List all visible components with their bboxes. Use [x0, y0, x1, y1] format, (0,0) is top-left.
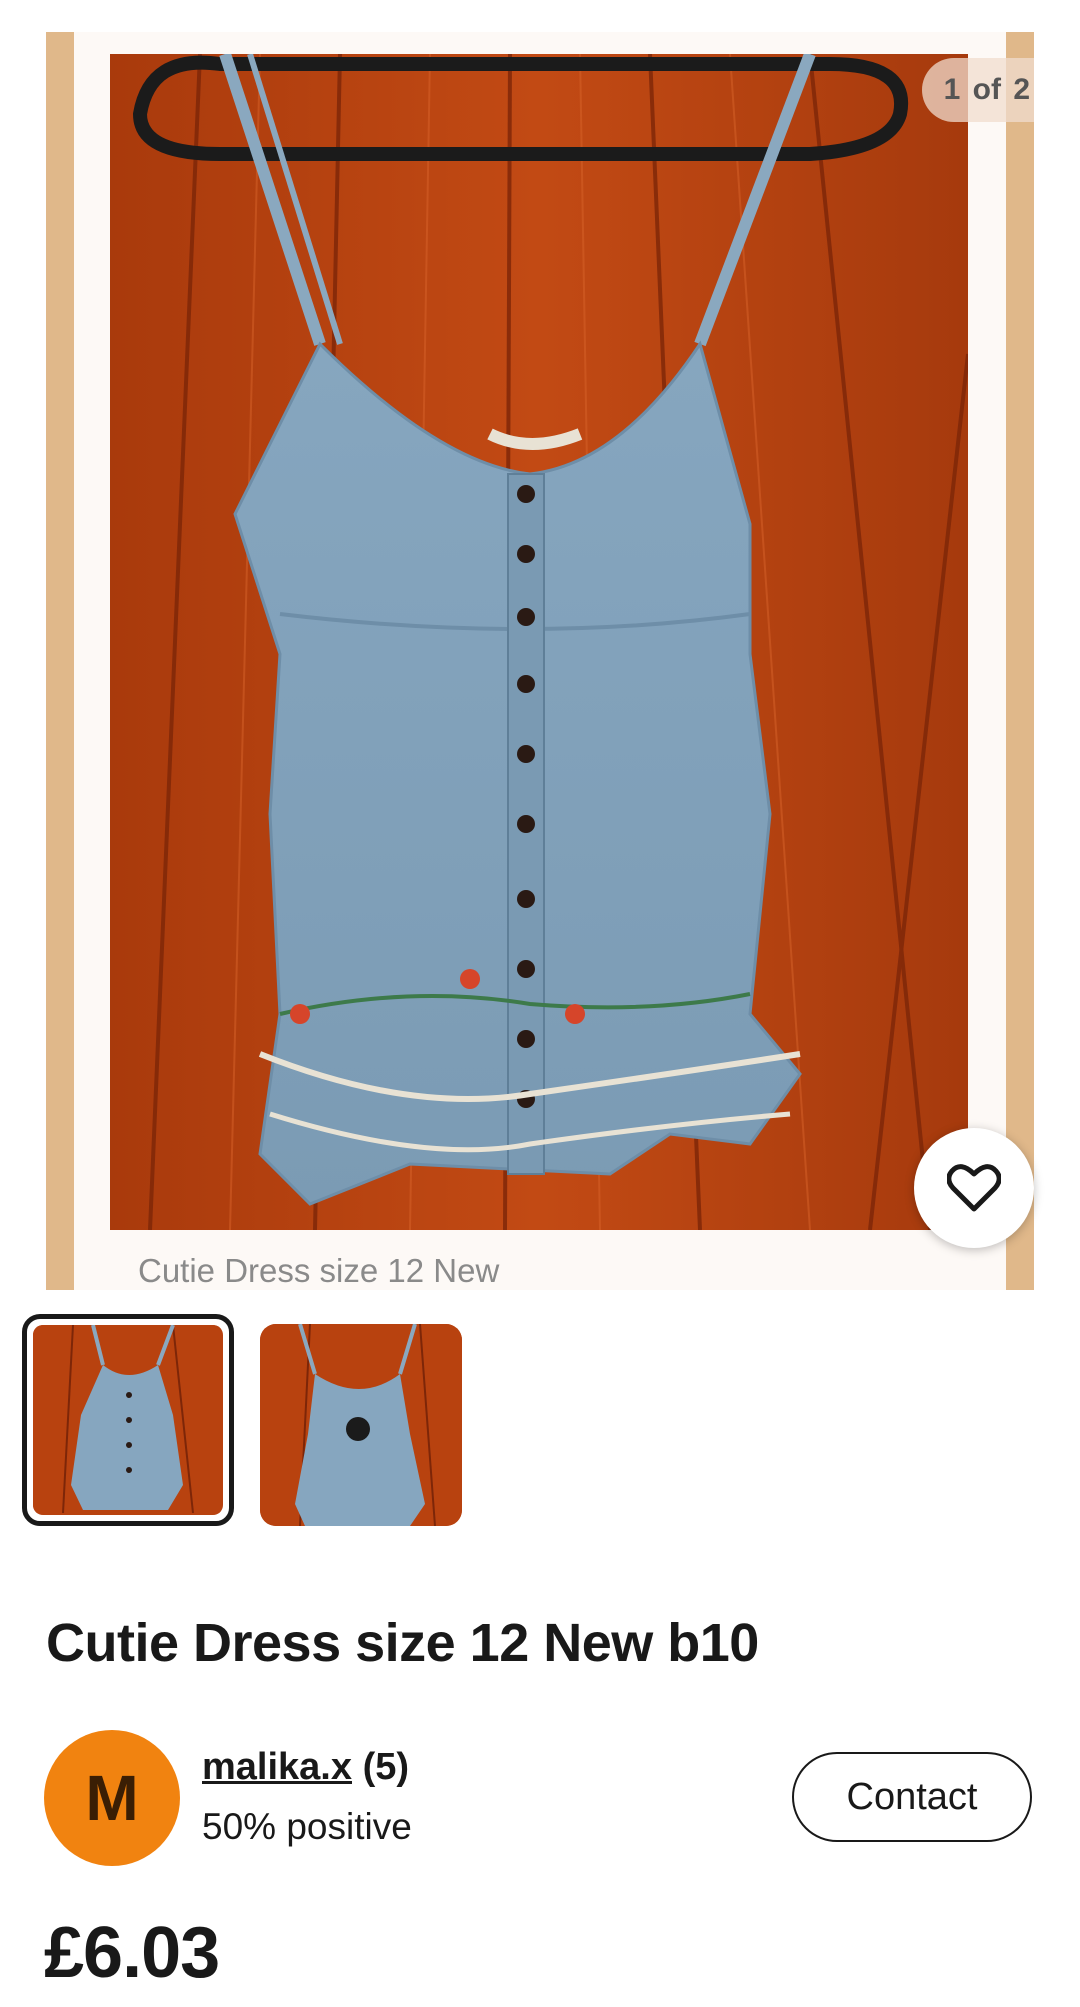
listing-page: Cutie Dress size 12 New 1 of 2 Cutie Dre…: [0, 0, 1080, 2007]
seller-username-link[interactable]: malika.x: [202, 1746, 352, 1788]
thumbnail-1-image: [33, 1325, 223, 1515]
main-image-card[interactable]: Cutie Dress size 12 New 1 of 2: [46, 32, 1034, 1290]
thumbnail-2-illustration: [260, 1324, 462, 1526]
listing-price: £6.03: [44, 1913, 220, 1993]
thumbnail-1-illustration: [33, 1325, 221, 1514]
favorite-button[interactable]: [914, 1128, 1034, 1248]
seller-info: malika.x (5): [202, 1746, 409, 1789]
seller-feedback-count: (5): [362, 1746, 410, 1788]
image-frame: Cutie Dress size 12 New: [74, 32, 1006, 1290]
dress-photo-illustration: [110, 54, 968, 1230]
contact-button[interactable]: Contact: [792, 1752, 1032, 1842]
seller-avatar[interactable]: M: [44, 1730, 180, 1866]
image-counter: 1 of 2: [921, 58, 1034, 122]
counter-current: 1: [943, 73, 961, 106]
avatar-initial: M: [85, 1762, 139, 1834]
thumbnail-1[interactable]: [22, 1314, 234, 1526]
counter-separator: of: [972, 73, 1001, 106]
heart-outline-icon: [947, 1164, 1001, 1212]
product-photo[interactable]: [110, 54, 968, 1230]
listing-title: Cutie Dress size 12 New b10: [46, 1613, 759, 1673]
seller-feedback-percent: 50% positive: [202, 1806, 412, 1847]
image-caption: Cutie Dress size 12 New: [138, 1252, 500, 1289]
thumbnail-2[interactable]: [260, 1324, 462, 1526]
counter-total: 2: [1013, 73, 1030, 106]
